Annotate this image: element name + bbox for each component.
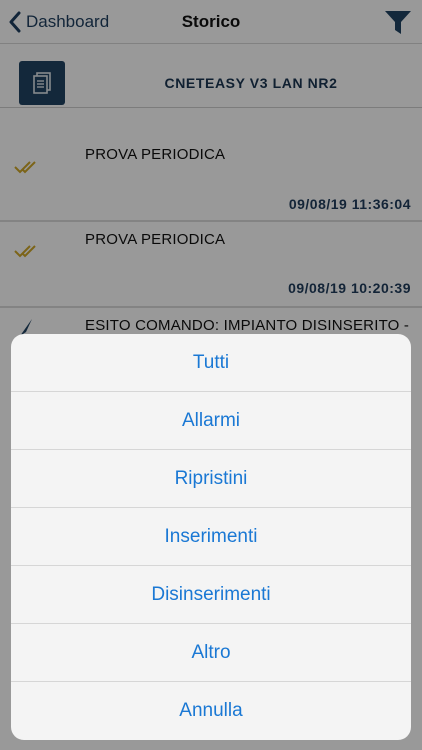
option-disinserimenti[interactable]: Disinserimenti [11,566,411,624]
option-ripristini[interactable]: Ripristini [11,450,411,508]
cancel-button[interactable]: Annulla [11,682,411,740]
option-allarmi[interactable]: Allarmi [11,392,411,450]
option-tutti[interactable]: Tutti [11,334,411,392]
option-altro[interactable]: Altro [11,624,411,682]
filter-action-sheet: Tutti Allarmi Ripristini Inserimenti Dis… [11,334,411,740]
option-inserimenti[interactable]: Inserimenti [11,508,411,566]
